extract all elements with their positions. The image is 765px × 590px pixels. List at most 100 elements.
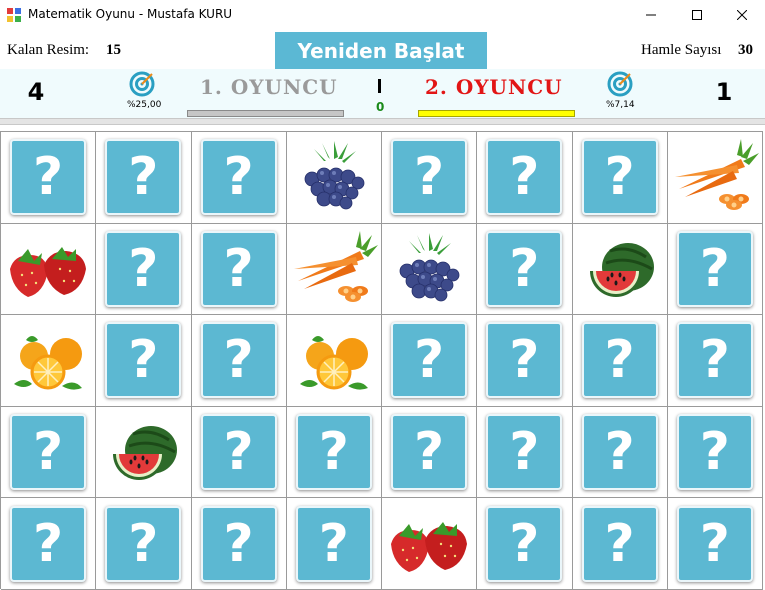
strawberries-image: [4, 229, 92, 309]
board-cell[interactable]: ?: [191, 406, 287, 499]
board-cell[interactable]: ?: [191, 498, 287, 590]
hidden-card: ?: [581, 414, 658, 491]
player1-score: 4: [27, 78, 45, 106]
hidden-card: ?: [295, 414, 372, 491]
hidden-card: ?: [676, 230, 753, 307]
hidden-card: ?: [391, 414, 468, 491]
board-cell[interactable]: ?: [572, 406, 668, 499]
board-cell[interactable]: ?: [477, 315, 573, 407]
board-cell[interactable]: ?: [477, 406, 573, 499]
board-cell[interactable]: ?: [96, 132, 192, 224]
board-cell[interactable]: ?: [477, 498, 573, 590]
target-icon: [129, 71, 155, 97]
player1-name: 1. OYUNCU: [200, 75, 338, 99]
app-icon: [7, 8, 21, 22]
turn-count: 0: [376, 100, 385, 114]
carrots-image: [671, 137, 759, 217]
board-cell[interactable]: ?: [191, 132, 287, 224]
hidden-card: ?: [486, 139, 563, 216]
board-cell[interactable]: [286, 315, 382, 407]
hidden-card: ?: [105, 505, 182, 582]
hidden-card: ?: [105, 322, 182, 399]
window-title: Matematik Oyunu - Mustafa KURU: [28, 7, 233, 21]
maximize-button[interactable]: [674, 0, 720, 30]
player1-indicator-bar: [187, 110, 344, 117]
board-cell[interactable]: ?: [1, 132, 97, 224]
moves-label: Hamle Sayısı: [641, 42, 722, 58]
hidden-card: ?: [200, 139, 277, 216]
remaining-label: Kalan Resim:: [7, 42, 90, 58]
close-button[interactable]: [719, 0, 765, 30]
hidden-card: ?: [105, 139, 182, 216]
hidden-card: ?: [200, 230, 277, 307]
board-cell[interactable]: ?: [191, 223, 287, 316]
hidden-card: ?: [105, 230, 182, 307]
board-cell[interactable]: [1, 315, 97, 407]
board-cell[interactable]: [96, 406, 192, 499]
board-cell[interactable]: ?: [667, 315, 763, 407]
hidden-card: ?: [581, 139, 658, 216]
hidden-card: ?: [200, 505, 277, 582]
board-cell[interactable]: ?: [96, 498, 192, 590]
blueberries-image: [385, 229, 473, 309]
score-bar: 4 %25,00 1. OYUNCU 0 2. OYUNCU %7,14 1: [0, 69, 765, 118]
board-cell[interactable]: ?: [96, 223, 192, 316]
player2-percent: %7,14: [606, 100, 635, 110]
board-cell[interactable]: ?: [96, 315, 192, 407]
moves-value: 30: [738, 42, 753, 58]
watermelon-image: [576, 229, 664, 309]
board-cell[interactable]: [382, 223, 478, 316]
board-cell[interactable]: ?: [286, 498, 382, 590]
board-cell[interactable]: ?: [477, 132, 573, 224]
oranges-image: [4, 320, 92, 400]
board-cell[interactable]: [382, 498, 478, 590]
board-cell[interactable]: [286, 223, 382, 316]
hidden-card: ?: [391, 322, 468, 399]
minimize-icon: [646, 14, 656, 16]
carrots-image: [290, 229, 378, 309]
hidden-card: ?: [10, 505, 87, 582]
hidden-card: ?: [486, 230, 563, 307]
hidden-card: ?: [486, 505, 563, 582]
hidden-card: ?: [676, 322, 753, 399]
hidden-card: ?: [295, 505, 372, 582]
player2-score: 1: [715, 78, 733, 106]
watermelon-image: [99, 412, 187, 492]
hidden-card: ?: [10, 414, 87, 491]
board-cell[interactable]: ?: [572, 132, 668, 224]
board-cell[interactable]: ?: [382, 406, 478, 499]
remaining-value: 15: [106, 42, 121, 58]
title-bar: Matematik Oyunu - Mustafa KURU: [0, 0, 765, 30]
player2-indicator-bar: [418, 110, 575, 117]
turn-marker: [378, 79, 381, 93]
board-cell[interactable]: ?: [1, 498, 97, 590]
board-cell[interactable]: ?: [382, 315, 478, 407]
hidden-card: ?: [581, 505, 658, 582]
board-cell[interactable]: ?: [572, 498, 668, 590]
board-cell[interactable]: ?: [191, 315, 287, 407]
hidden-card: ?: [676, 414, 753, 491]
board-cell[interactable]: ?: [667, 223, 763, 316]
board-cell[interactable]: [667, 132, 763, 224]
minimize-button[interactable]: [628, 0, 674, 30]
close-icon: [737, 10, 747, 20]
board-cell[interactable]: [1, 223, 97, 316]
maximize-icon: [692, 10, 702, 20]
strawberries-image: [385, 504, 473, 584]
board-cell[interactable]: ?: [382, 132, 478, 224]
game-board: ??????????????????????????????: [0, 131, 763, 590]
board-cell[interactable]: [572, 223, 668, 316]
board-cell[interactable]: ?: [286, 406, 382, 499]
board-cell[interactable]: ?: [1, 406, 97, 499]
board-cell[interactable]: ?: [667, 406, 763, 499]
restart-button[interactable]: Yeniden Başlat: [275, 32, 487, 69]
hidden-card: ?: [10, 139, 87, 216]
blueberries-image: [290, 137, 378, 217]
hidden-card: ?: [486, 322, 563, 399]
board-cell[interactable]: ?: [667, 498, 763, 590]
board-cell[interactable]: ?: [572, 315, 668, 407]
hidden-card: ?: [581, 322, 658, 399]
board-cell[interactable]: [286, 132, 382, 224]
board-cell[interactable]: ?: [477, 223, 573, 316]
hidden-card: ?: [200, 322, 277, 399]
